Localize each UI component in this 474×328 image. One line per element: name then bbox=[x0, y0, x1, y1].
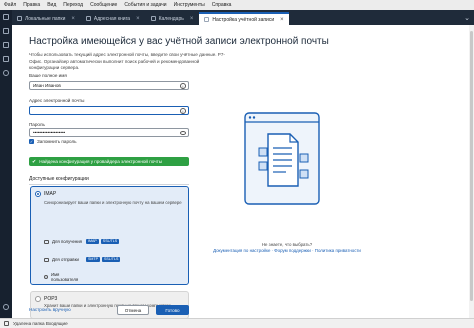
close-icon[interactable]: × bbox=[71, 16, 75, 22]
outgoing-row: Для отправки SMTP SSL/TLS bbox=[44, 257, 122, 262]
status-bar: Удалена папка Входящие bbox=[0, 318, 474, 328]
username-row: Имя пользователя bbox=[44, 272, 85, 282]
password-label: Пароль bbox=[29, 122, 45, 127]
name-field[interactable]: Иван Иванов i bbox=[29, 81, 189, 90]
config-found-text: Найдена конфигурация у провайдера электр… bbox=[39, 159, 163, 164]
tab-local-folders[interactable]: Локальные папки × bbox=[12, 12, 80, 25]
tab-bar: Локальные папки × Адресная книга × Кален… bbox=[12, 10, 474, 25]
folder-icon bbox=[17, 16, 22, 21]
tab-label: Адресная книга bbox=[93, 15, 131, 22]
help-section: Не знаете, что выбрать? Документация по … bbox=[212, 242, 362, 254]
protocol-badge: IMAP bbox=[86, 239, 99, 244]
inbox-icon bbox=[44, 239, 49, 244]
close-icon[interactable]: × bbox=[136, 16, 140, 22]
document-illustration-icon bbox=[244, 112, 320, 205]
menu-help[interactable]: Справка bbox=[212, 2, 232, 8]
settings-icon[interactable] bbox=[3, 304, 9, 310]
activity-icon[interactable] bbox=[4, 321, 9, 326]
tab-label: Календарь bbox=[158, 15, 184, 22]
security-badge: SSL/TLS bbox=[101, 257, 121, 262]
close-icon[interactable]: × bbox=[190, 16, 194, 22]
outgoing-label: Для отправки bbox=[52, 257, 79, 262]
spaces-toolbar bbox=[0, 10, 12, 318]
page-title: Настройка имеющейся у вас учётной записи… bbox=[29, 36, 329, 47]
chat-icon[interactable] bbox=[3, 70, 9, 76]
imap-option[interactable]: IMAP Синхронизирует ваши папки и электро… bbox=[30, 186, 189, 285]
remember-password[interactable]: ✓ Запомнить пароль bbox=[29, 139, 77, 144]
tab-calendar[interactable]: Календарь × bbox=[146, 12, 199, 25]
tasks-icon[interactable] bbox=[3, 56, 9, 62]
password-field[interactable]: •••••••••••••••••••• bbox=[29, 128, 189, 137]
info-icon[interactable]: i bbox=[180, 108, 186, 114]
divider bbox=[29, 184, 189, 185]
tab-list-icon[interactable]: ⌄ bbox=[460, 14, 474, 22]
send-icon bbox=[44, 257, 49, 262]
cancel-button[interactable]: Отмена bbox=[117, 305, 149, 315]
address-book-icon[interactable] bbox=[3, 28, 9, 34]
page-subtitle: Чтобы использовать текущий адрес электро… bbox=[29, 52, 225, 70]
scrollbar-thumb[interactable] bbox=[470, 31, 473, 301]
show-password-icon[interactable] bbox=[180, 131, 186, 135]
account-setup-page: Настройка имеющейся у вас учётной записи… bbox=[12, 25, 474, 319]
pop3-title: POP3 bbox=[44, 296, 58, 302]
name-value: Иван Иванов bbox=[33, 83, 61, 88]
username-label: Имя пользователя bbox=[51, 272, 79, 282]
menu-view[interactable]: Вид bbox=[47, 2, 56, 8]
protocol-badge: SMTP bbox=[86, 257, 100, 262]
imap-description: Синхронизирует ваши папки и электронную … bbox=[44, 200, 182, 205]
menu-edit[interactable]: Правка bbox=[23, 2, 40, 8]
tab-address-book[interactable]: Адресная книга × bbox=[81, 12, 145, 25]
radio-selected-icon[interactable] bbox=[35, 191, 41, 197]
done-button[interactable]: Готово bbox=[156, 305, 189, 315]
calendar-icon bbox=[150, 16, 156, 21]
tab-account-setup[interactable]: Настройка учётной записи × bbox=[199, 12, 289, 25]
calendar-icon[interactable] bbox=[3, 42, 9, 48]
scrollbar[interactable] bbox=[469, 25, 474, 318]
email-label: Адрес электронной почты bbox=[29, 98, 85, 103]
imap-title: IMAP bbox=[44, 191, 57, 197]
status-text: Удалена папка Входящие bbox=[13, 321, 68, 326]
menu-go[interactable]: Переход bbox=[63, 2, 83, 8]
user-icon bbox=[44, 275, 48, 279]
menu-bar: Файл Правка Вид Переход Сообщение Событи… bbox=[0, 0, 474, 10]
manual-config-link[interactable]: Настроить вручную bbox=[29, 307, 71, 312]
help-links[interactable]: Документация по настройке · Форум поддер… bbox=[212, 248, 362, 254]
configs-heading: Доступные конфигурации bbox=[29, 176, 89, 182]
password-value: •••••••••••••••••••• bbox=[33, 130, 66, 135]
menu-tools[interactable]: Инструменты bbox=[174, 2, 205, 8]
incoming-label: Для получения bbox=[52, 239, 82, 244]
email-field[interactable]: i bbox=[29, 106, 189, 115]
settings-icon bbox=[204, 17, 210, 22]
name-label: Ваше полное имя bbox=[29, 73, 67, 78]
tab-label: Настройка учётной записи bbox=[212, 16, 275, 23]
tab-label: Локальные папки bbox=[25, 15, 66, 22]
mail-icon[interactable] bbox=[3, 14, 9, 20]
menu-events[interactable]: События и задачи bbox=[124, 2, 166, 8]
config-found-notice: ✔ Найдена конфигурация у провайдера элек… bbox=[29, 157, 189, 166]
menu-file[interactable]: Файл bbox=[4, 2, 16, 8]
security-badge: SSL/TLS bbox=[100, 239, 120, 244]
check-icon: ✔ bbox=[32, 158, 37, 165]
close-icon[interactable]: × bbox=[280, 17, 284, 23]
menu-message[interactable]: Сообщение bbox=[90, 2, 117, 8]
checkbox-checked-icon[interactable]: ✓ bbox=[29, 139, 34, 144]
incoming-row: Для получения IMAP SSL/TLS bbox=[44, 239, 121, 244]
address-book-icon bbox=[85, 16, 91, 21]
remember-label: Запомнить пароль bbox=[37, 139, 77, 144]
info-icon[interactable]: i bbox=[180, 83, 186, 89]
radio-unselected-icon[interactable] bbox=[35, 296, 41, 302]
